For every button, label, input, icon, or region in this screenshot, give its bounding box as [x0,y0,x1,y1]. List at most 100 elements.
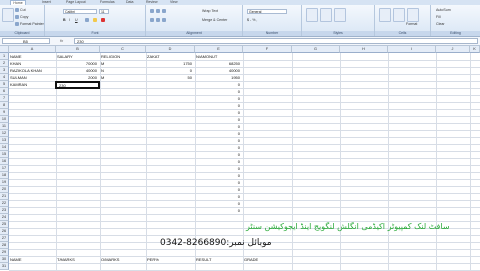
cell-e22[interactable]: 0 [195,200,240,207]
name-box[interactable]: B5 [2,38,50,44]
autosum-button[interactable]: AutoSum [436,8,451,12]
merge-center-button[interactable]: Merge & Center [202,18,227,22]
cell-e6[interactable]: 0 [195,88,240,95]
bold-button[interactable]: B [63,18,66,22]
row-header-13[interactable]: 13 [0,137,9,144]
row-header-4[interactable]: 4 [0,74,9,81]
cell-e3[interactable]: 40000 [195,67,240,74]
row-header-18[interactable]: 18 [0,172,9,179]
row-header-31[interactable]: 31 [0,263,9,270]
align-middle-icon[interactable] [156,9,160,13]
bottom-header-grade[interactable]: GRADE [244,256,258,263]
border-icon[interactable] [85,18,89,22]
cell-d3[interactable]: 0 [146,67,192,74]
underline-button[interactable]: U [75,18,78,22]
cell-a5[interactable]: KAMRAN [10,81,27,88]
cell-e14[interactable]: 0 [195,144,240,151]
row-header-29[interactable]: 29 [0,249,9,256]
column-header-f[interactable]: F [243,46,292,53]
row-header-14[interactable]: 14 [0,144,9,151]
row-header-1[interactable]: 1 [0,53,9,60]
align-left-icon[interactable] [150,18,154,22]
column-header-g[interactable]: G [292,46,340,53]
row-header-10[interactable]: 10 [0,116,9,123]
align-top-icon[interactable] [150,9,154,13]
row-header-17[interactable]: 17 [0,165,9,172]
clear-button[interactable]: Clear [436,22,445,26]
bottom-header-tmarks[interactable]: T/MARKS [57,256,75,263]
cell-a1[interactable]: NAME [10,53,22,60]
font-name-select[interactable]: Calibri [63,9,97,14]
fill-button[interactable]: Fill [436,15,441,19]
cell-b2[interactable]: 70000 [56,60,97,67]
formula-input[interactable]: 230 [74,38,478,44]
fill-color-icon[interactable] [93,18,97,22]
row-header-25[interactable]: 25 [0,221,9,228]
row-header-9[interactable]: 9 [0,109,9,116]
column-header-e[interactable]: E [195,46,243,53]
column-header-a[interactable]: A [9,46,56,53]
cell-e1[interactable]: N/AMONUT [196,53,217,60]
cell-b3[interactable]: 40000 [56,67,97,74]
cell-b1[interactable]: SALARY [57,53,73,60]
column-header-d[interactable]: D [146,46,195,53]
cell-c4[interactable]: M [101,74,104,81]
row-header-22[interactable]: 22 [0,200,9,207]
delete-cells-button[interactable] [393,8,405,22]
column-header-i[interactable]: I [388,46,436,53]
cell-e2[interactable]: 68250 [195,60,240,67]
font-size-select[interactable]: 11 [99,9,109,14]
row-header-16[interactable]: 16 [0,158,9,165]
cell-e19[interactable]: 0 [195,179,240,186]
cell-d1[interactable]: ZAKAT [147,53,160,60]
cell-e16[interactable]: 0 [195,158,240,165]
row-header-20[interactable]: 20 [0,186,9,193]
row-header-12[interactable]: 12 [0,130,9,137]
cell-e23[interactable]: 0 [195,207,240,214]
row-header-15[interactable]: 15 [0,151,9,158]
row-header-27[interactable]: 27 [0,235,9,242]
wrap-text-button[interactable]: Wrap Text [202,9,218,13]
row-header-23[interactable]: 23 [0,207,9,214]
row-header-19[interactable]: 19 [0,179,9,186]
currency-button[interactable]: $ - % , [247,18,257,22]
paste-button[interactable] [2,8,14,22]
row-header-6[interactable]: 6 [0,88,9,95]
bottom-header-per[interactable]: PER% [147,256,159,263]
row-header-21[interactable]: 21 [0,193,9,200]
cell-e8[interactable]: 0 [195,102,240,109]
cell-e5[interactable]: 0 [195,81,240,88]
active-cell-b5[interactable]: 230 [55,80,100,89]
row-header-30[interactable]: 30 [0,256,9,263]
cell-e9[interactable]: 0 [195,109,240,116]
cell-a2[interactable]: KHAN [10,60,21,67]
align-right-icon[interactable] [162,18,166,22]
cell-d2[interactable]: 1750 [146,60,192,67]
cell-e4[interactable]: 1950 [195,74,240,81]
insert-cells-button[interactable] [379,8,391,22]
cell-d5[interactable] [146,81,192,88]
cell-a3[interactable]: RAZIKOLA KHAN [10,67,42,74]
cut-button[interactable]: Cut [20,8,26,12]
cell-styles-button[interactable] [334,8,346,22]
number-format-select[interactable]: General [247,9,287,14]
active-cell-value[interactable]: 230 [59,83,66,89]
row-header-7[interactable]: 7 [0,95,9,102]
column-header-k[interactable]: K [470,46,480,53]
cell-e15[interactable]: 0 [195,151,240,158]
format-cells-button[interactable] [407,8,419,22]
cell-c3[interactable]: N [101,67,104,74]
column-header-c[interactable]: C [100,46,146,53]
select-all-corner[interactable] [0,46,9,53]
row-header-2[interactable]: 2 [0,60,9,67]
italic-button[interactable]: I [69,18,70,22]
row-header-11[interactable]: 11 [0,123,9,130]
cell-a4[interactable]: SULMAN [10,74,27,81]
bottom-header-name[interactable]: NAME [10,256,22,263]
conditional-formatting-button[interactable] [306,8,318,22]
cell-c1[interactable]: RELIGION [101,53,120,60]
font-color-icon[interactable] [101,18,105,22]
cell-e10[interactable]: 0 [195,116,240,123]
cell-e17[interactable]: 0 [195,165,240,172]
cell-e21[interactable]: 0 [195,193,240,200]
